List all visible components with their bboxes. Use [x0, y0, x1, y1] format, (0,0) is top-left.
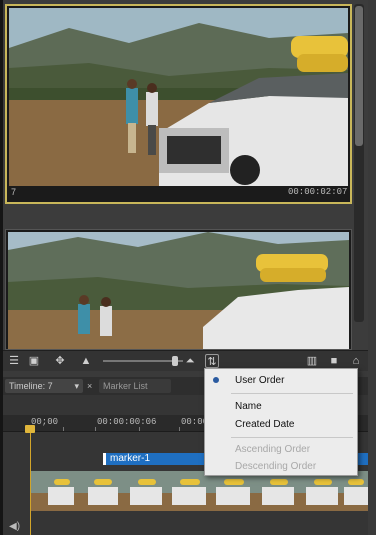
- timecode: 00:00:00:06: [97, 417, 157, 427]
- track-frame: [294, 471, 338, 511]
- marker-label: marker-1: [110, 453, 151, 464]
- timecode: 00;00: [31, 417, 59, 427]
- menu-item-name[interactable]: Name: [235, 401, 262, 412]
- tab-marker-list[interactable]: Marker List: [99, 379, 171, 393]
- clip-index: 7: [11, 187, 17, 197]
- new-bin-icon[interactable]: ■: [327, 354, 341, 368]
- tab-timeline[interactable]: Timeline: 7 ▾: [5, 379, 83, 393]
- ruler-tick: [63, 427, 64, 431]
- menu-item-ascending-order: Ascending Order: [235, 444, 311, 455]
- browser-scrollbar[interactable]: [354, 4, 364, 322]
- media-browser: 7 00:00:02:07: [3, 0, 368, 350]
- ruler-tick: [95, 427, 96, 431]
- tab-marker-list-label: Marker List: [103, 381, 148, 391]
- delete-icon[interactable]: ⌂: [349, 354, 363, 368]
- menu-item-created-date[interactable]: Created Date: [235, 419, 294, 430]
- scrollbar-thumb[interactable]: [355, 6, 363, 146]
- chevron-down-icon[interactable]: ▾: [74, 379, 79, 393]
- speaker-icon[interactable]: ◀): [9, 521, 23, 533]
- storyboard-icon[interactable]: ▥: [305, 354, 319, 368]
- sort-icon[interactable]: ⇅: [205, 354, 219, 368]
- menu-item-descending-order: Descending Order: [235, 461, 317, 472]
- zoom-slider[interactable]: [103, 360, 183, 362]
- checked-bullet-icon: [213, 377, 219, 383]
- zoom-out-icon[interactable]: ▲: [79, 354, 93, 368]
- track-frame: [338, 471, 368, 511]
- clip-duration: 00:00:02:07: [288, 187, 348, 197]
- track-frame: [74, 471, 118, 511]
- video-track[interactable]: [30, 471, 368, 511]
- menu-divider: [231, 437, 353, 438]
- zoom-slider-handle[interactable]: [172, 356, 178, 366]
- track-frame: [118, 471, 162, 511]
- fit-icon[interactable]: ✥: [53, 354, 67, 368]
- clip-preview-image: [9, 8, 348, 186]
- playhead-line: [30, 429, 31, 535]
- menu-divider: [231, 393, 353, 394]
- menu-item-user-order[interactable]: User Order: [235, 375, 284, 386]
- clip-preview-image: [8, 232, 349, 349]
- clip-thumbnail[interactable]: [5, 229, 352, 350]
- track-frame: [162, 471, 206, 511]
- sort-menu: User Order Name Created Date Ascending O…: [204, 368, 358, 476]
- clip-thumbnail[interactable]: 7 00:00:02:07: [5, 4, 352, 204]
- close-icon[interactable]: ×: [87, 379, 92, 393]
- track-frame: [30, 471, 74, 511]
- list-view-icon[interactable]: ☰: [7, 354, 21, 368]
- ruler-tick: [179, 427, 180, 431]
- grid-view-icon[interactable]: ▣: [27, 354, 41, 368]
- ruler-tick: [139, 427, 140, 431]
- marker-notch: [103, 453, 106, 465]
- tab-timeline-label: Timeline: 7: [9, 381, 53, 391]
- zoom-in-icon[interactable]: ⏶: [183, 354, 197, 368]
- track-frame: [206, 471, 250, 511]
- track-frame: [250, 471, 294, 511]
- playhead-handle[interactable]: [25, 425, 35, 433]
